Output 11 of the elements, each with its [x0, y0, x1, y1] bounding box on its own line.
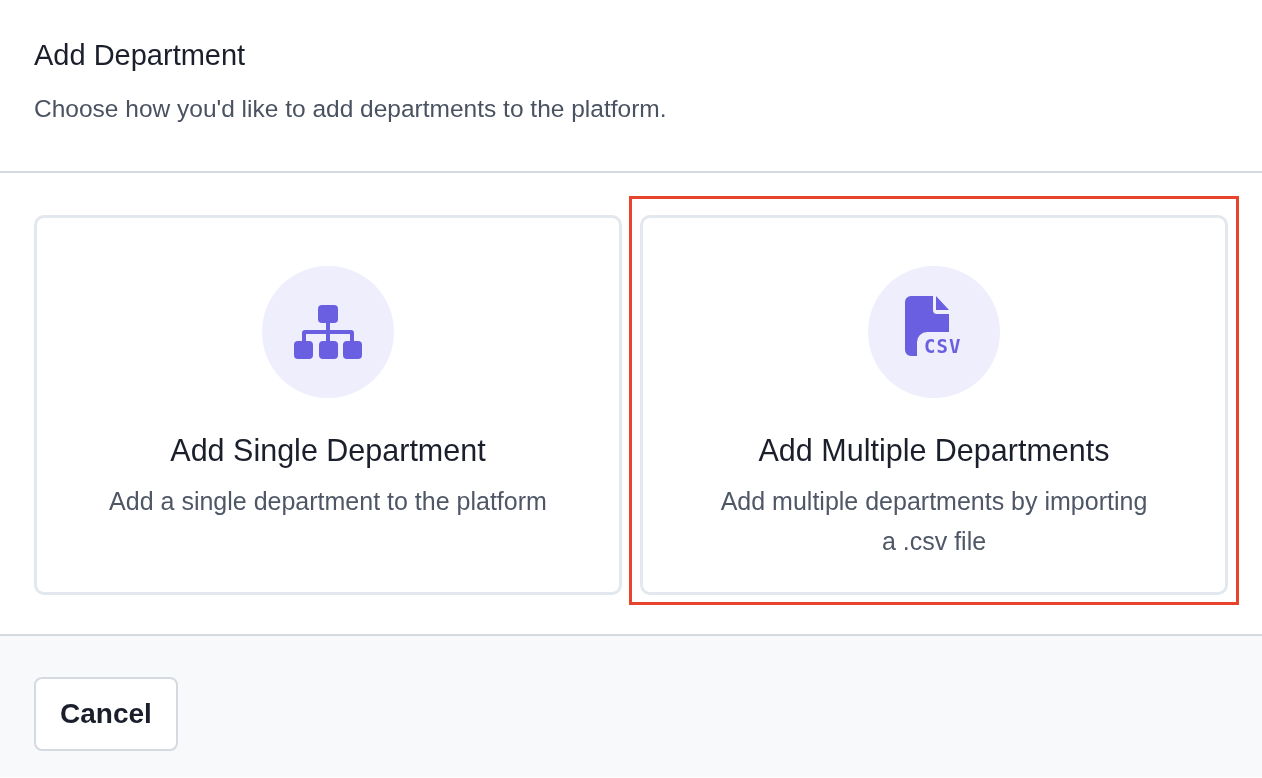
option-title: Add Multiple Departments — [758, 432, 1110, 469]
cancel-button[interactable]: Cancel — [34, 677, 178, 751]
option-card[interactable]: CSV Add Multiple Departments Add multiple departments by importing a .csv file — [640, 215, 1228, 595]
option-description: Add multiple departments by importing a .csv file — [719, 485, 1149, 557]
org-chart-icon — [294, 305, 362, 359]
dialog-title: Add Department — [34, 38, 247, 73]
option-title: Add Single Department — [170, 432, 486, 469]
file-type-label: CSV — [924, 337, 962, 356]
option-card[interactable]: Add Single Department Add a single department to the platform — [34, 215, 622, 595]
dialog-subtitle: Choose how you'd like to add departments to the platform. — [34, 93, 668, 124]
option-description: Add a single department to the platform — [109, 485, 547, 517]
